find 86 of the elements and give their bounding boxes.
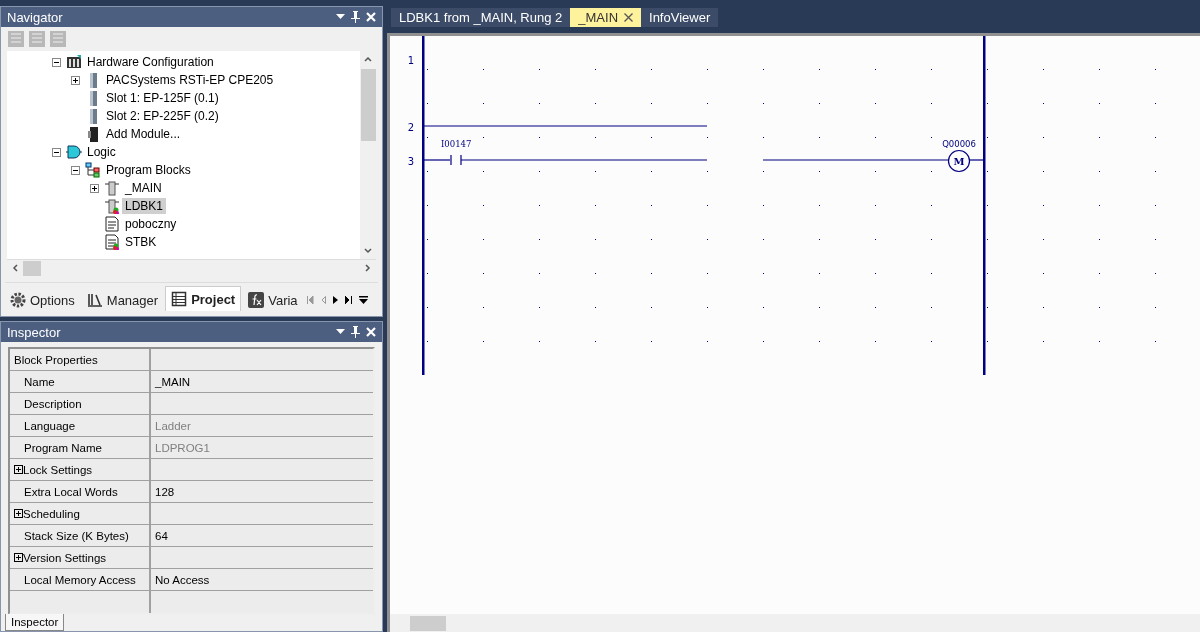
tree-item[interactable]: _MAIN	[122, 180, 165, 196]
tree-item[interactable]: STBK	[122, 234, 160, 250]
collapse-icon[interactable]	[52, 57, 61, 67]
panel-tab[interactable]: Options	[5, 289, 80, 311]
document-icon	[104, 216, 120, 232]
pin-icon[interactable]	[351, 11, 360, 23]
property-label: Scheduling	[23, 507, 80, 520]
editor-tab[interactable]: InfoViewer	[641, 8, 719, 27]
block-icon	[104, 180, 120, 196]
tree-item[interactable]: Slot 1: EP-125F (0.1)	[103, 90, 222, 106]
collapse-icon[interactable]	[71, 165, 80, 175]
property-label: Lock Settings	[23, 463, 93, 476]
dropdown-icon[interactable]	[336, 329, 345, 335]
property-label: Program Name	[10, 437, 151, 458]
property-label: Local Memory Access	[10, 569, 151, 590]
books-icon	[86, 293, 103, 307]
expand-icon[interactable]	[14, 509, 23, 518]
panel-tab[interactable]: Varia	[243, 289, 303, 311]
panel-tab[interactable]: Manager	[81, 289, 164, 311]
document-icon	[104, 234, 120, 250]
group-label-cell[interactable]: Version Settings	[10, 547, 151, 568]
coil[interactable]	[947, 149, 971, 173]
ladder-canvas[interactable]: 1 2 3 I00147 Q00006 M	[387, 33, 1200, 632]
property-value[interactable]: No Access	[151, 569, 373, 590]
dropdown-icon[interactable]	[336, 14, 345, 20]
wire	[423, 159, 451, 161]
coil-symbol: M	[953, 156, 965, 167]
rung-number: 2	[407, 122, 415, 133]
group-label-cell[interactable]: Scheduling	[10, 503, 151, 524]
tree-item[interactable]: Program Blocks	[103, 162, 194, 178]
rung-number: 1	[407, 55, 415, 66]
property-label: Extra Local Words	[10, 481, 151, 502]
property-label: Version Settings	[23, 551, 107, 564]
tree-item[interactable]: Add Module...	[103, 126, 184, 142]
panel-tab[interactable]: Project	[165, 286, 242, 311]
section-header: Block Properties	[10, 349, 151, 370]
editor-tab[interactable]: _MAIN	[570, 8, 642, 27]
rack-icon	[66, 54, 82, 70]
collapse-icon[interactable]	[52, 147, 61, 157]
dropdown-icon[interactable]	[358, 296, 368, 304]
scroll-thumb[interactable]	[410, 615, 446, 631]
function-icon	[248, 292, 265, 308]
tree-item[interactable]: Slot 2: EP-225F (0.2)	[103, 108, 222, 124]
tree-item[interactable]: PACSystems RSTi-EP CPE205	[103, 72, 277, 88]
property-label: Language	[10, 415, 151, 436]
property-label: Name	[10, 371, 151, 392]
scroll-up-icon[interactable]	[364, 55, 372, 63]
scroll-right-icon[interactable]	[364, 264, 372, 272]
tree-item[interactable]: poboczny	[122, 216, 180, 232]
pin-icon[interactable]	[351, 326, 360, 338]
editor-tab[interactable]: LDBK1 from _MAIN, Rung 2	[391, 8, 571, 27]
panel-title: Inspector	[7, 324, 61, 340]
tree-item[interactable]: LDBK1	[122, 198, 167, 214]
hierarchy-icon	[85, 162, 101, 178]
property-value[interactable]: 64	[151, 525, 373, 546]
scroll-down-icon[interactable]	[364, 247, 372, 255]
expand-icon[interactable]	[90, 183, 99, 193]
expand-icon[interactable]	[71, 75, 80, 85]
tree-item[interactable]: Logic	[84, 144, 119, 160]
expand-icon[interactable]	[14, 553, 23, 562]
contact[interactable]	[450, 154, 462, 166]
property-label: Stack Size (K Bytes)	[10, 525, 151, 546]
close-icon[interactable]	[624, 13, 634, 22]
scroll-thumb[interactable]	[360, 69, 376, 141]
scroll-left-icon[interactable]	[11, 264, 19, 272]
block-icon	[104, 198, 120, 214]
property-value[interactable]: _MAIN	[151, 371, 373, 392]
scroll-thumb[interactable]	[23, 260, 41, 276]
wire	[969, 159, 984, 161]
module-icon	[85, 126, 101, 142]
scrollbar[interactable]	[390, 614, 1200, 632]
expand-icon[interactable]	[14, 465, 23, 474]
next-icon[interactable]	[332, 296, 338, 304]
list-icon	[171, 291, 188, 307]
rung-number: 3	[407, 156, 415, 167]
contact-address: I00147	[441, 139, 472, 149]
panel-tab[interactable]: Inspector	[5, 614, 65, 631]
group-label-cell[interactable]: Lock Settings	[10, 459, 151, 480]
panel-title: Navigator	[7, 9, 63, 25]
last-icon[interactable]	[344, 296, 352, 304]
property-value[interactable]: 128	[151, 481, 373, 502]
gate-icon	[66, 144, 82, 160]
tree-item[interactable]: Hardware Configuration	[84, 54, 217, 70]
property-label: Description	[10, 393, 151, 414]
gear-icon	[10, 292, 26, 308]
coil-address: Q00006	[942, 139, 976, 149]
